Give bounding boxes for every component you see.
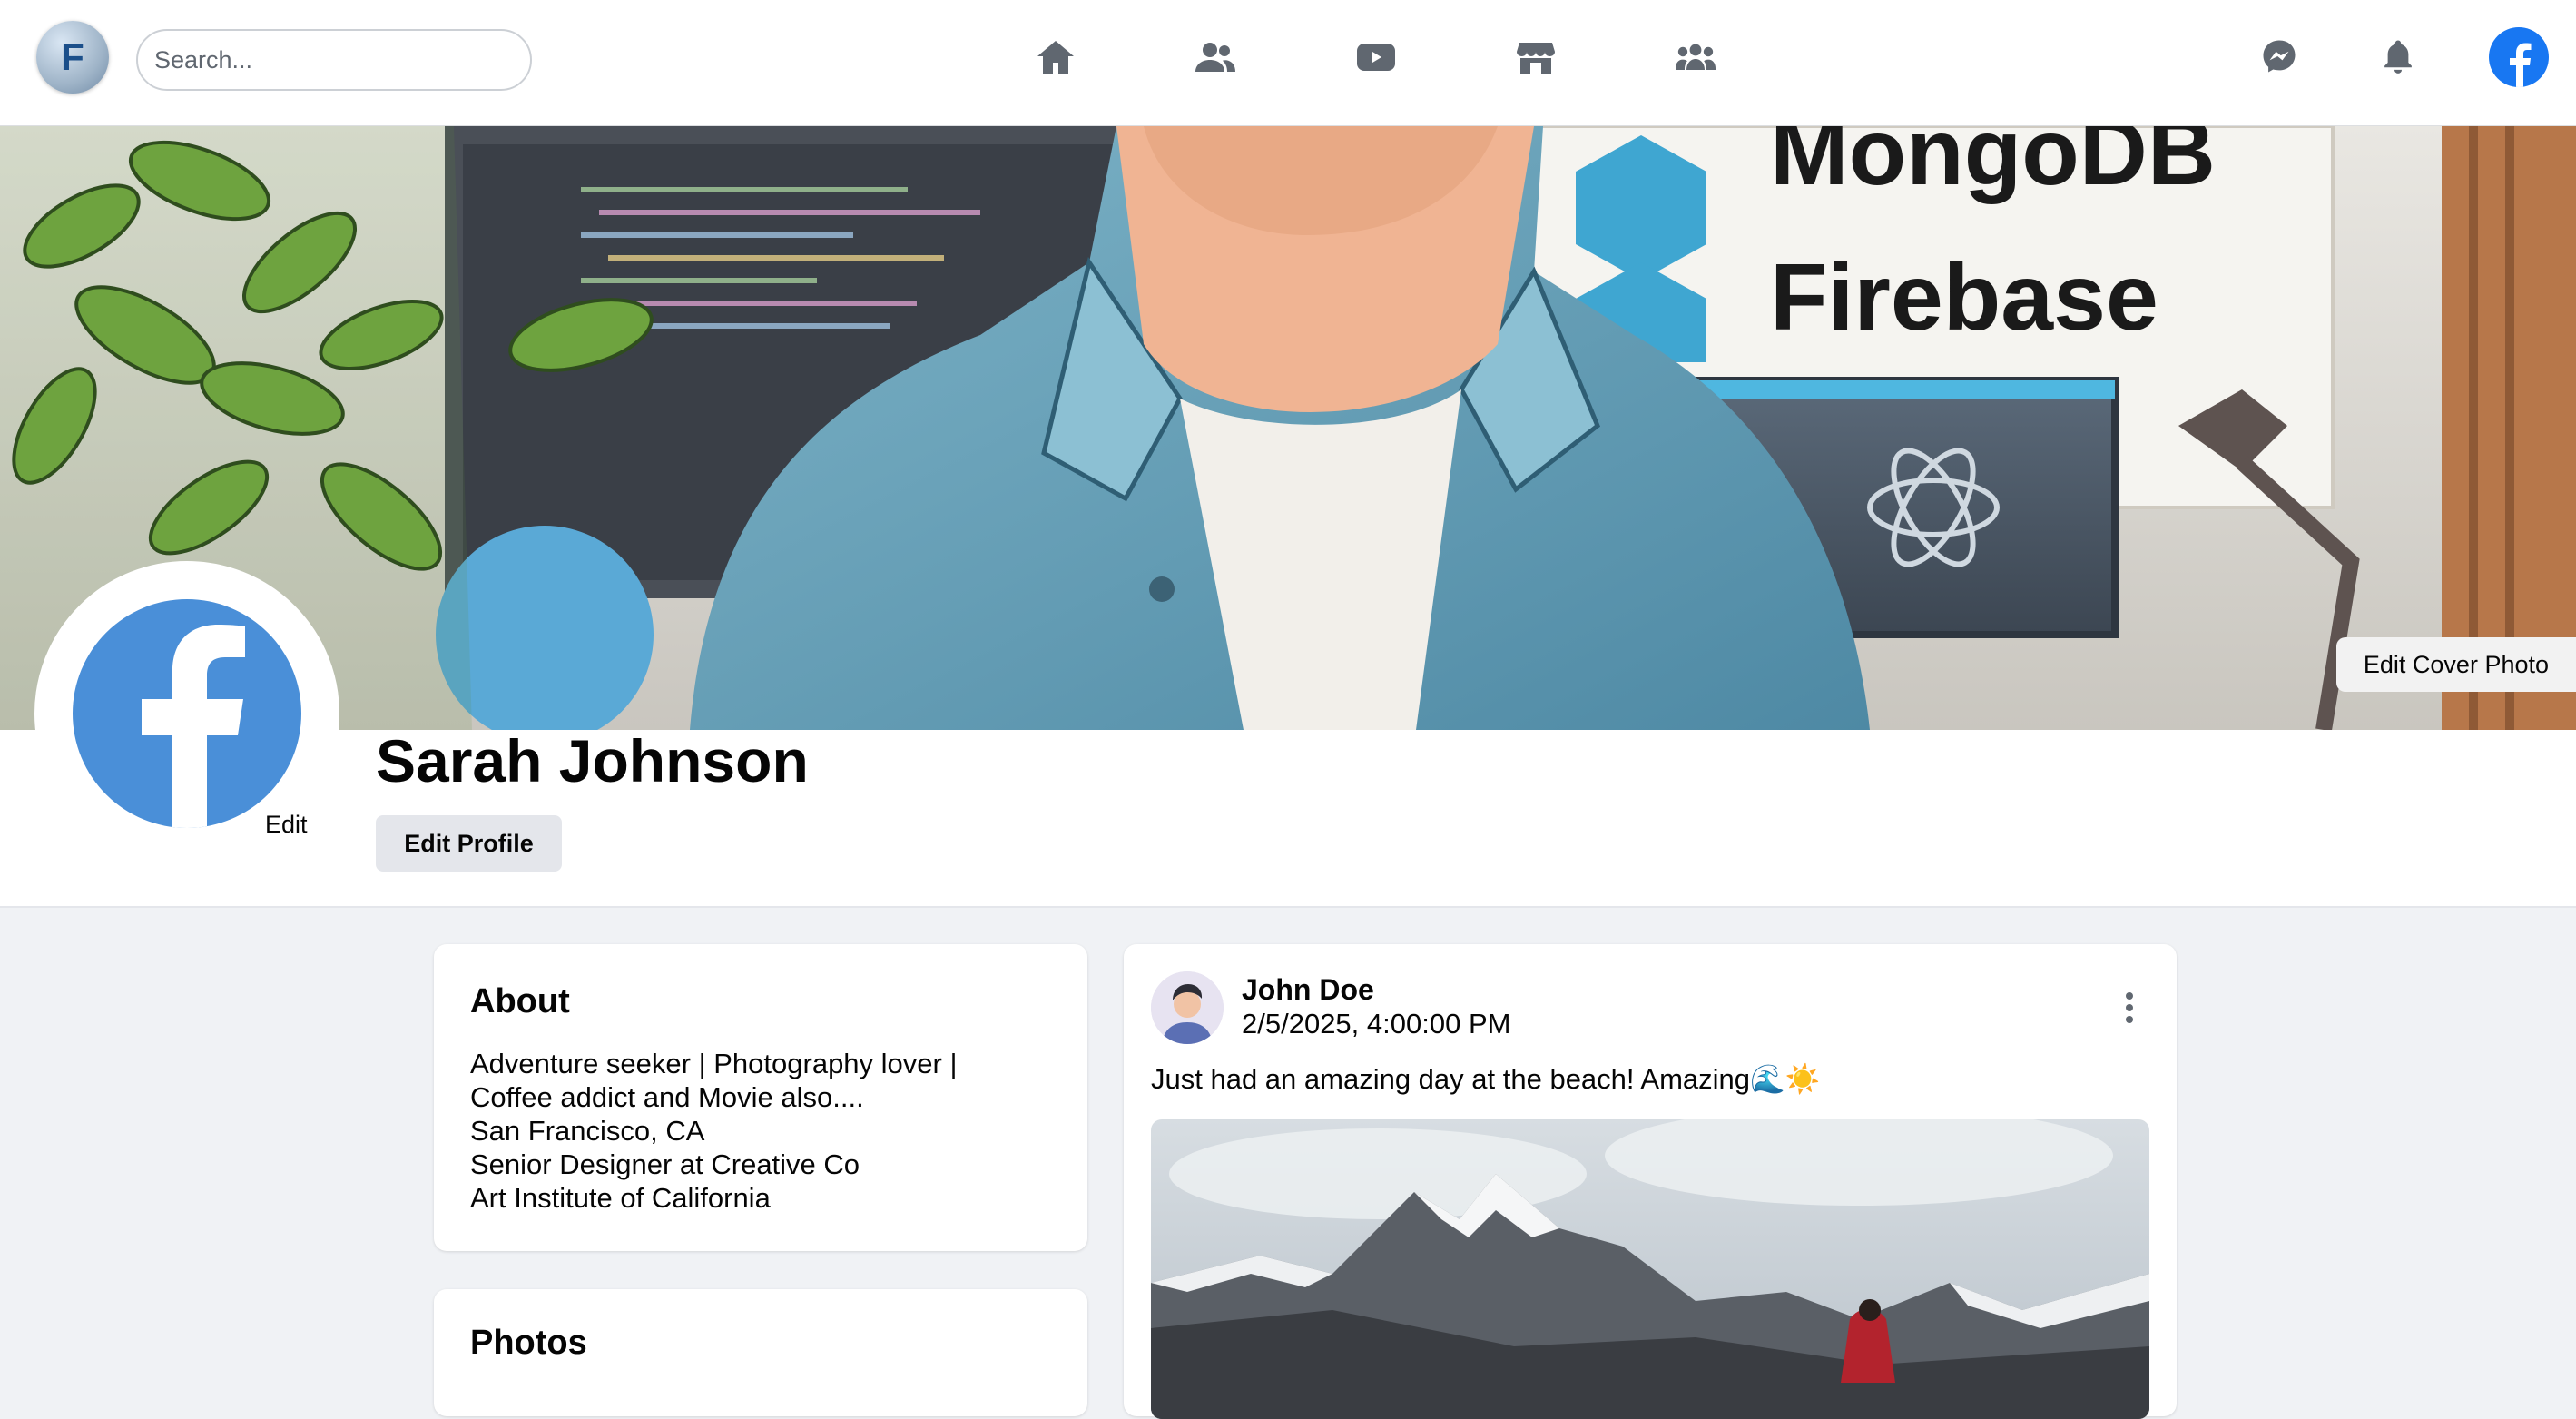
edit-cover-photo-button[interactable]: Edit Cover Photo: [2335, 637, 2576, 692]
facebook-avatar-icon: [142, 625, 245, 828]
about-title: About: [470, 982, 570, 1020]
marketplace-icon[interactable]: [1511, 33, 1560, 82]
post-author-avatar[interactable]: [1151, 971, 1224, 1044]
mountain-photo: [1151, 1119, 2149, 1419]
post-author-name[interactable]: John Doe: [1242, 973, 1374, 1007]
more-options-icon[interactable]: [2119, 990, 2140, 1026]
cover-text-bottom: Firebase: [1770, 245, 2158, 350]
avatar-edit-link[interactable]: Edit: [265, 811, 308, 839]
profile-name: Sarah Johnson: [376, 727, 809, 794]
user-avatar-icon: [1151, 971, 1224, 1044]
groups-icon[interactable]: [1671, 33, 1720, 82]
photos-card: Photos: [434, 1289, 1087, 1416]
cover-illustration: [0, 126, 2576, 730]
top-nav-bar: F: [0, 0, 2576, 126]
cover-photo: MongoDB Firebase: [0, 126, 2576, 730]
cover-text-top: MongoDB: [1770, 126, 2216, 205]
facebook-icon[interactable]: [2489, 27, 2549, 87]
about-card: About Adventure seeker | Photography lov…: [434, 944, 1087, 1251]
friends-icon[interactable]: [1191, 33, 1240, 82]
app-logo[interactable]: F: [36, 21, 109, 94]
post-timestamp: 2/5/2025, 4:00:00 PM: [1242, 1008, 1511, 1040]
search-input[interactable]: [136, 29, 532, 91]
about-work: Senior Designer at Creative Co: [470, 1148, 860, 1180]
avatar[interactable]: [73, 599, 301, 828]
watch-icon[interactable]: [1352, 33, 1401, 82]
post-text: Just had an amazing day at the beach! Am…: [1151, 1063, 1821, 1095]
photos-title: Photos: [470, 1324, 587, 1362]
logo-letter: F: [61, 35, 84, 78]
home-icon[interactable]: [1031, 33, 1080, 82]
edit-profile-button[interactable]: Edit Profile: [376, 815, 562, 872]
about-education: Art Institute of California: [470, 1182, 771, 1214]
post-card: John Doe 2/5/2025, 4:00:00 PM Just had a…: [1124, 944, 2177, 1419]
bell-icon[interactable]: [2374, 33, 2422, 80]
about-bio-line2: Coffee addict and Movie also....: [470, 1081, 864, 1113]
about-bio-line1: Adventure seeker | Photography lover |: [470, 1048, 958, 1079]
post-image[interactable]: [1151, 1119, 2149, 1419]
messenger-icon[interactable]: [2256, 33, 2303, 80]
about-location: San Francisco, CA: [470, 1115, 705, 1147]
